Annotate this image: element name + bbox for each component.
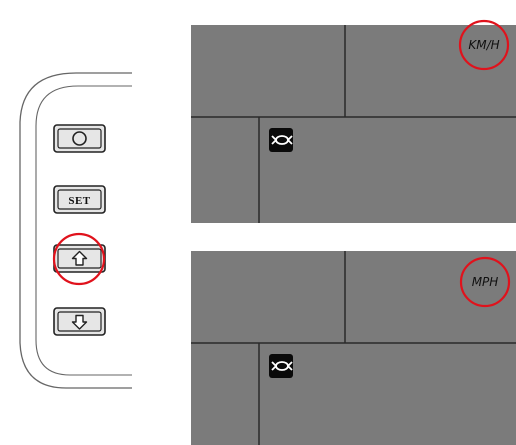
unit-label-kmh: KM/H	[468, 38, 499, 52]
display-screen	[191, 25, 516, 223]
up-button[interactable]	[53, 244, 106, 273]
power-button[interactable]	[53, 124, 106, 153]
display-kmh: KM/H	[191, 19, 516, 223]
set-button[interactable]: SET	[53, 185, 106, 214]
display-screen	[191, 251, 516, 445]
fish-eye-icon	[269, 354, 293, 378]
instruction-figure: SET KM/H MPH	[19, 19, 516, 445]
button-panel: SET	[19, 72, 132, 389]
panel-outer-bezel	[19, 72, 132, 389]
display-mph: MPH	[191, 251, 516, 445]
fish-eye-icon	[269, 128, 293, 152]
set-button-label: SET	[68, 195, 90, 207]
unit-label-mph: MPH	[472, 275, 499, 289]
down-button[interactable]	[53, 307, 106, 336]
